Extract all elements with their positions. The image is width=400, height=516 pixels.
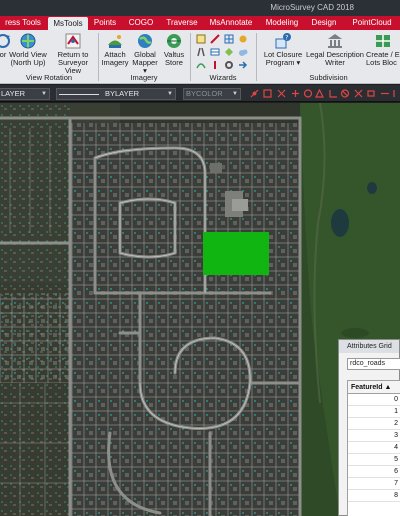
- color-dropdown[interactable]: BYCOLOR ▼: [183, 88, 241, 100]
- measure-wizard-icon[interactable]: [210, 34, 220, 44]
- attributes-table: FeatureId ▲ 0 1 2 3 4 5 6 7 8: [347, 380, 400, 516]
- chevron-down-icon: ▼: [167, 91, 173, 97]
- create-lots-line2: Lots Bloc: [366, 58, 397, 67]
- group-label-imagery: Imagery: [130, 73, 158, 82]
- legal-description-button[interactable]: Legal Description Writer: [306, 32, 364, 67]
- tab-traverse[interactable]: Traverse: [162, 16, 202, 30]
- globe-north-icon: [20, 33, 36, 49]
- group-label-subdivision: Subdivision: [309, 73, 348, 82]
- tab-cogo[interactable]: COGO: [124, 16, 158, 30]
- table-row[interactable]: 8: [348, 490, 400, 502]
- table-wizard-icon[interactable]: [210, 47, 220, 57]
- tab-mstools[interactable]: MsTools: [48, 17, 88, 30]
- tab-modeling[interactable]: Modeling: [260, 16, 304, 30]
- world-view-line2: (North Up): [10, 58, 46, 67]
- valtus-store-line2: Store: [165, 58, 183, 67]
- column-header-featureid[interactable]: FeatureId ▲: [348, 381, 400, 394]
- linetype-dropdown-value: BYLAYER: [105, 89, 140, 98]
- group-label-view-rotation: View Rotation: [25, 73, 73, 82]
- tab-express-tools[interactable]: ress Tools: [0, 16, 46, 30]
- table-row[interactable]: 6: [348, 466, 400, 478]
- legal-description-icon: [328, 34, 342, 48]
- valtus-store-icon: [167, 34, 181, 48]
- layer-dropdown[interactable]: LAYER ▼: [0, 88, 50, 100]
- layer-select[interactable]: rdco_roads: [347, 358, 400, 370]
- global-mapper-icon: [138, 34, 152, 48]
- table-row[interactable]: 1: [348, 406, 400, 418]
- legal-description-line2: Writer: [325, 58, 345, 67]
- tab-pointcloud[interactable]: PointCloud: [344, 16, 400, 30]
- grid-wizard-icon[interactable]: [224, 34, 234, 44]
- lot-closure-button[interactable]: ? Lot Closure Program ▾: [260, 32, 306, 67]
- lot-closure-icon: ?: [275, 33, 291, 49]
- panel-title: Attributes Grid: [339, 340, 399, 353]
- create-lots-button[interactable]: Create / E Lots Bloc: [366, 32, 400, 67]
- linetype-dropdown[interactable]: BYLAYER ▼: [56, 88, 176, 100]
- stake-wizard-icon[interactable]: [210, 60, 220, 70]
- attach-imagery-icon: [108, 35, 122, 48]
- tab-msannotate[interactable]: MsAnnotate: [205, 16, 257, 30]
- cloud-wizard-icon[interactable]: [238, 47, 248, 57]
- app-title: MicroSurvey CAD 2018: [270, 3, 354, 12]
- label-wizard-icon[interactable]: [224, 47, 234, 57]
- global-mapper-button[interactable]: Global Mapper ▾: [130, 32, 160, 75]
- chevron-down-icon: ▼: [41, 91, 47, 97]
- selected-parcel[interactable]: [203, 232, 269, 275]
- return-surveyor-view-button[interactable]: Return to Surveyor View: [50, 32, 96, 75]
- create-lots-icon: [376, 35, 390, 47]
- attach-imagery-line2: Imagery: [101, 58, 129, 67]
- chevron-down-icon: ▼: [232, 91, 238, 97]
- parcel-wizard-icon[interactable]: [196, 34, 206, 44]
- title-bar: MicroSurvey CAD 2018: [0, 0, 400, 16]
- settings-wizard-icon[interactable]: [224, 60, 234, 70]
- group-label-wizards: Wizards: [209, 73, 237, 82]
- world-view-button[interactable]: World View (North Up): [8, 32, 48, 67]
- lot-closure-line2: Program ▾: [265, 58, 301, 67]
- table-row[interactable]: 7: [348, 478, 400, 490]
- table-row[interactable]: 0: [348, 394, 400, 406]
- snap-tools-strip[interactable]: [248, 87, 400, 100]
- attach-imagery-button[interactable]: Attach Imagery: [101, 32, 129, 67]
- rotate-view-label: or: [0, 50, 7, 59]
- linetype-preview: [59, 93, 99, 95]
- topo-wizard-icon[interactable]: [196, 60, 206, 70]
- return-view-icon: [65, 33, 81, 49]
- road-wizard-icon[interactable]: [196, 47, 206, 57]
- table-row[interactable]: 4: [348, 442, 400, 454]
- properties-toolbar: LAYER ▼ BYLAYER ▼ BYCOLOR ▼: [0, 85, 400, 102]
- table-row[interactable]: 5: [348, 454, 400, 466]
- table-row[interactable]: 2: [348, 418, 400, 430]
- svg-text:?: ?: [285, 34, 288, 41]
- table-row[interactable]: 3: [348, 430, 400, 442]
- export-wizard-icon[interactable]: [238, 60, 248, 70]
- ribbon-tab-strip: ress Tools MsTools Points COGO Traverse …: [0, 16, 400, 30]
- color-dropdown-value: BYCOLOR: [186, 89, 223, 98]
- tab-points[interactable]: Points: [88, 16, 122, 30]
- attributes-grid-panel[interactable]: Attributes Grid rdco_roads FeatureId ▲ 0…: [338, 339, 400, 516]
- layer-dropdown-value: LAYER: [1, 89, 26, 98]
- valtus-store-button[interactable]: Valtus Store: [161, 32, 187, 67]
- point-wizard-icon[interactable]: [238, 34, 248, 44]
- ribbon-panel: or World View (North Up) Return to Surve…: [0, 30, 400, 84]
- tab-design[interactable]: Design: [306, 16, 342, 30]
